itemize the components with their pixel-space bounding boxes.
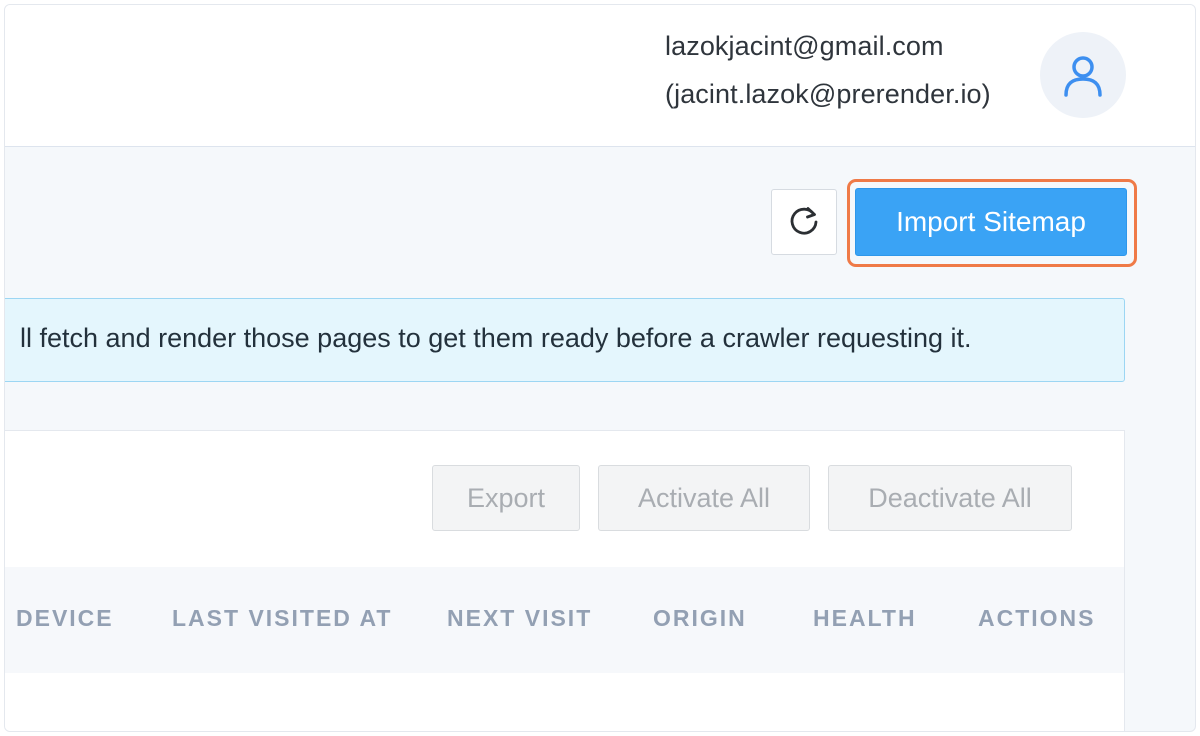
column-header-origin[interactable]: ORIGIN [653,605,747,632]
app-window: lazokjacint@gmail.com (jacint.lazok@prer… [4,4,1196,732]
user-email: lazokjacint@gmail.com [665,31,944,61]
import-sitemap-button[interactable]: Import Sitemap [855,188,1127,256]
export-button[interactable]: Export [432,465,580,531]
refresh-button[interactable] [771,189,837,255]
user-alias: (jacint.lazok@prerender.io) [665,79,991,109]
refresh-icon [790,207,818,235]
column-header-next-visit[interactable]: NEXT VISIT [447,605,592,632]
info-banner-text: ll fetch and render those pages to get t… [20,323,972,353]
column-header-device[interactable]: DEVICE [16,605,114,632]
top-header: lazokjacint@gmail.com (jacint.lazok@prer… [5,5,1195,147]
table-header: DEVICE LAST VISITED AT NEXT VISIT ORIGIN… [5,567,1124,673]
column-header-last-visited-at[interactable]: LAST VISITED AT [172,605,392,632]
urls-card: Export Activate All Deactivate All DEVIC… [5,430,1125,731]
activate-all-button[interactable]: Activate All [598,465,810,531]
user-avatar-button[interactable] [1040,32,1126,118]
deactivate-all-button[interactable]: Deactivate All [828,465,1072,531]
column-header-actions: ACTIONS [978,605,1096,631]
info-banner: ll fetch and render those pages to get t… [5,298,1125,382]
column-header-health[interactable]: HEALTH [813,605,917,632]
user-icon [1064,56,1102,97]
